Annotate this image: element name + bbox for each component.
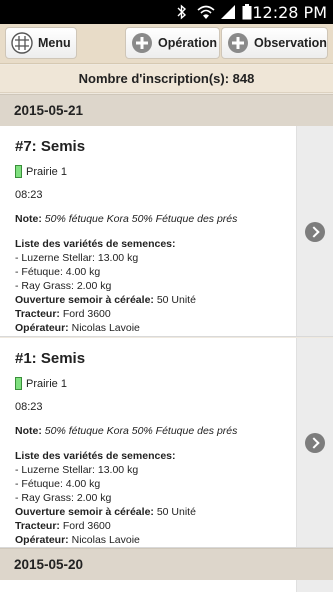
field-name: Prairie 1 (26, 377, 67, 390)
varieties-label: Liste des variétés de semences: (15, 450, 176, 462)
entry-time: 08:23 (15, 189, 43, 201)
variety-item: - Ray Grass: 2.00 kg (15, 492, 112, 504)
signal-icon (221, 5, 235, 19)
operator: Opérateur: Nicolas Lavoie (15, 321, 296, 335)
tractor-label: Tracteur: (15, 308, 60, 320)
seeder-opening-value: 50 Unité (156, 506, 196, 518)
toolbar: Menu Opération Observation (0, 24, 333, 64)
chevron-right-icon (305, 433, 325, 453)
seeder-opening: Ouverture semoir à céréale: 50 Unité (15, 505, 296, 519)
operator-label: Opérateur: (15, 534, 69, 546)
add-operation-button[interactable]: Opération (125, 27, 220, 59)
chevron-right-icon (305, 222, 325, 242)
operator: Opérateur: Nicolas Lavoie (15, 533, 296, 547)
entry-count: Nombre d'inscription(s): 848 (0, 65, 333, 93)
wifi-icon (197, 5, 215, 19)
operation-button-label: Opération (158, 36, 218, 50)
entry-time: 08:23 (15, 401, 43, 413)
seeder-opening-value: 50 Unité (156, 294, 196, 306)
tractor-label: Tracteur: (15, 520, 60, 532)
tractor: Tracteur: Ford 3600 (15, 519, 296, 533)
variety-item: - Ray Grass: 2.00 kg (15, 280, 112, 292)
note-value: 50% fétuque Kora 50% Fétuque des prés (44, 213, 238, 225)
date-header: 2015-05-20 (0, 548, 333, 580)
variety-item: - Fétuque: 4.00 kg (15, 478, 101, 490)
entry-content: #7: Semis Prairie 1 08:23 Note: 50% fétu… (0, 126, 296, 335)
entry-field: Prairie 1 (15, 377, 296, 390)
seeder-opening: Ouverture semoir à céréale: 50 Unité (15, 293, 296, 307)
entry-detail-button[interactable] (296, 126, 333, 336)
field-color-swatch (15, 377, 22, 390)
note-label: Note: (15, 213, 42, 225)
variety-item: - Luzerne Stellar: 13.00 kg (15, 464, 139, 476)
entry-detail-button[interactable] (296, 338, 333, 547)
list-item[interactable]: #1: Semis Prairie 1 08:23 Note: 50% fétu… (0, 338, 333, 548)
menu-button-label: Menu (38, 36, 71, 50)
plus-circle-icon (228, 33, 248, 53)
entry-title: #7: Semis (15, 138, 86, 155)
operator-label: Opérateur: (15, 322, 69, 334)
date-header: 2015-05-21 (0, 94, 333, 126)
entry-content: #1: Semis Prairie 1 08:23 Note: 50% fétu… (0, 338, 296, 547)
operator-value: Nicolas Lavoie (71, 534, 140, 546)
operator-value: Nicolas Lavoie (71, 322, 140, 334)
observation-button-label: Observation (254, 36, 327, 50)
field-name: Prairie 1 (26, 165, 67, 178)
add-observation-button[interactable]: Observation (221, 27, 328, 59)
varieties-label: Liste des variétés de semences: (15, 238, 176, 250)
entry-detail-button[interactable] (296, 580, 333, 592)
list-item[interactable]: #7: Semis Prairie 1 08:23 Note: 50% fétu… (0, 126, 333, 337)
bluetooth-icon (177, 4, 187, 20)
plus-circle-icon (132, 33, 152, 53)
tractor: Tracteur: Ford 3600 (15, 307, 296, 321)
status-bar: 12:28 PM (0, 0, 333, 24)
list-item[interactable] (0, 580, 333, 592)
note-label: Note: (15, 425, 42, 437)
menu-button[interactable]: Menu (5, 27, 77, 59)
tractor-value: Ford 3600 (62, 308, 111, 320)
grid-menu-icon (11, 32, 33, 54)
field-color-swatch (15, 165, 22, 178)
tractor-value: Ford 3600 (62, 520, 111, 532)
seeder-opening-label: Ouverture semoir à céréale: (15, 294, 154, 306)
note-value: 50% fétuque Kora 50% Fétuque des prés (44, 425, 238, 437)
entry-title: #1: Semis (15, 350, 86, 367)
entry-note: Note: 50% fétuque Kora 50% Fétuque des p… (15, 425, 296, 437)
entry-field: Prairie 1 (15, 165, 296, 178)
variety-item: - Fétuque: 4.00 kg (15, 266, 101, 278)
clock: 12:28 PM (252, 3, 327, 22)
seeder-opening-label: Ouverture semoir à céréale: (15, 506, 154, 518)
battery-icon (242, 4, 252, 20)
variety-item: - Luzerne Stellar: 13.00 kg (15, 252, 139, 264)
entry-note: Note: 50% fétuque Kora 50% Fétuque des p… (15, 213, 296, 225)
